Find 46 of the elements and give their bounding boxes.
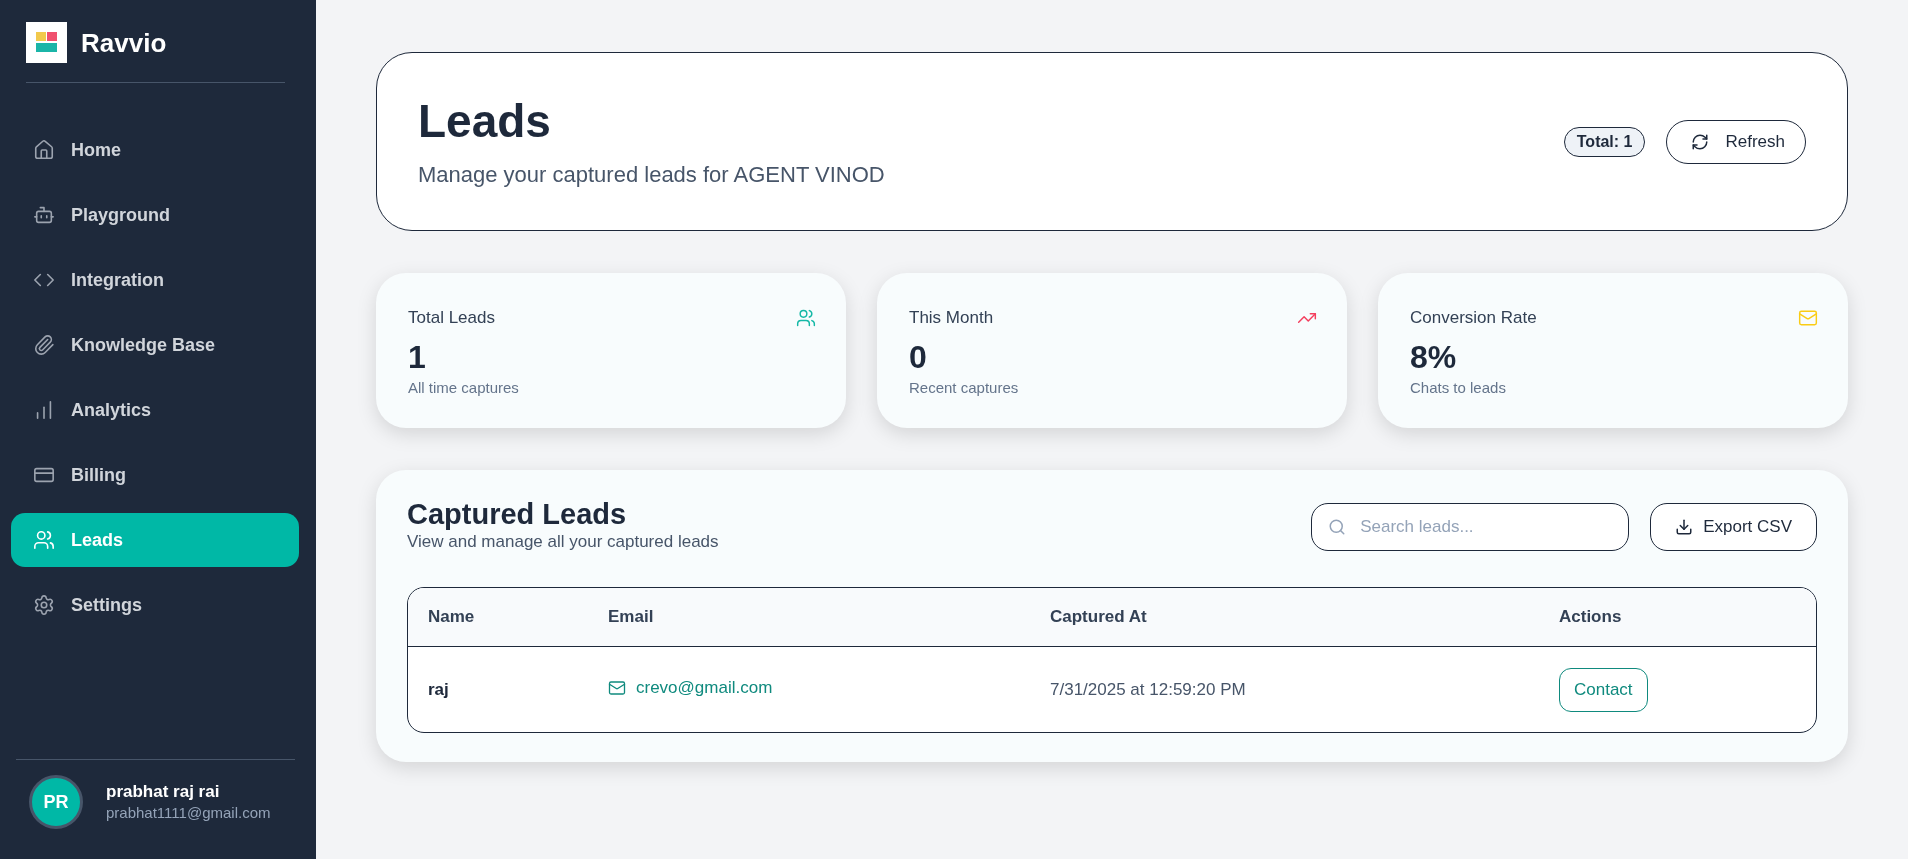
paperclip-icon xyxy=(33,334,55,356)
robot-icon xyxy=(33,204,55,226)
column-header: Email xyxy=(607,606,655,629)
nav-item[interactable]: Home xyxy=(11,123,299,177)
export-csv-button[interactable]: Export CSV xyxy=(1650,503,1817,551)
search-icon xyxy=(1328,518,1347,536)
stat-caption: Recent captures xyxy=(909,378,1020,398)
column-header: Name xyxy=(427,606,476,629)
contact-button[interactable]: Contact xyxy=(1559,667,1648,712)
total-badge: Total: 1 xyxy=(1563,126,1646,157)
stat-label: This Month xyxy=(909,307,994,329)
user-avatar: PR xyxy=(29,775,83,829)
section-subtitle: View and manage all your captured leads xyxy=(407,531,719,553)
stat-value: 1 xyxy=(408,338,427,376)
column-header: Captured At xyxy=(1049,606,1148,629)
refresh-button[interactable]: Refresh xyxy=(1666,119,1806,164)
nav-item[interactable]: Analytics xyxy=(11,383,299,437)
stat-value: 0 xyxy=(909,338,928,376)
nav-item[interactable]: Integration xyxy=(11,253,299,307)
users-icon xyxy=(33,529,55,551)
home-icon xyxy=(33,139,55,161)
nav-item[interactable]: Settings xyxy=(11,578,299,632)
stat-caption: Chats to leads xyxy=(1410,378,1507,398)
logo-icon xyxy=(26,22,67,63)
brand-name: Ravvio xyxy=(81,29,167,56)
nav-item[interactable]: Playground xyxy=(11,188,299,242)
settings-icon xyxy=(33,594,55,616)
page-title: Leads xyxy=(418,94,552,147)
email-link[interactable]: crevo@gmail.com xyxy=(608,675,773,701)
download-icon xyxy=(1675,518,1694,536)
mail-icon xyxy=(608,678,626,697)
section-title: Captured Leads xyxy=(407,498,628,531)
stat-caption: All time captures xyxy=(408,378,520,398)
stat-value: 8% xyxy=(1410,338,1458,376)
stat-label: Conversion Rate xyxy=(1410,307,1537,329)
nav-item[interactable]: Knowledge Base xyxy=(11,318,299,372)
user-name: prabhat raj rai xyxy=(106,781,221,803)
nav-item[interactable]: Billing xyxy=(11,448,299,502)
stat-label: Total Leads xyxy=(408,307,495,329)
column-header: Actions xyxy=(1558,606,1623,629)
refresh-icon xyxy=(1691,132,1710,151)
search-field[interactable]: Search leads... xyxy=(1311,503,1630,551)
page-subtitle: Manage your captured leads for AGENT VINOD xyxy=(418,160,885,189)
table-cell-text: 7/31/2025 at 12:59:20 PM xyxy=(1049,678,1247,701)
user-email: prabhat1111@gmail.com xyxy=(106,803,271,823)
table-cell-text: raj xyxy=(427,678,450,701)
